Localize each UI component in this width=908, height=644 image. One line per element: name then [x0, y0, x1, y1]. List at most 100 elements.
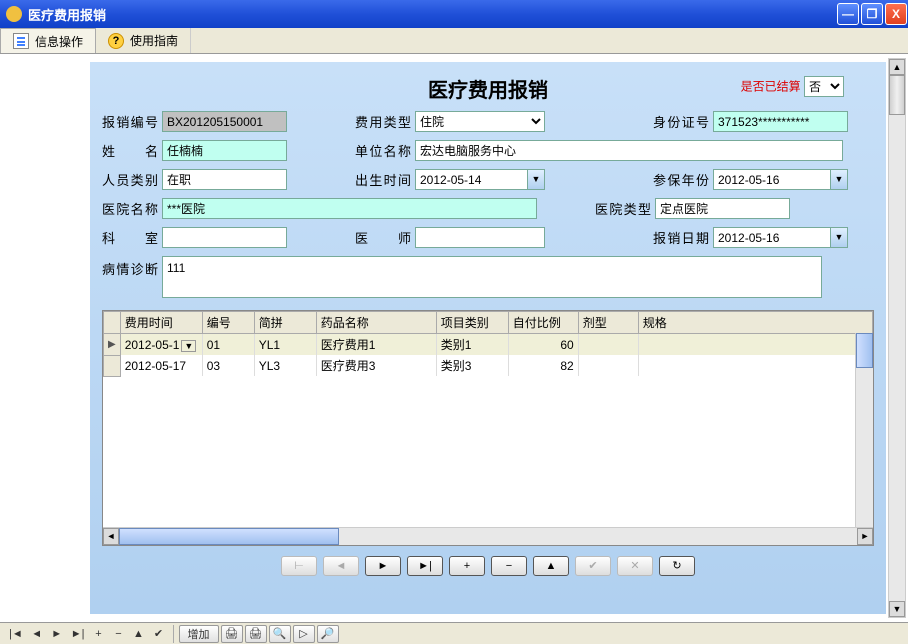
bb-addtxt-button[interactable]: 增加	[179, 625, 219, 643]
col-form[interactable]: 剂型	[578, 312, 638, 334]
bb-last-button[interactable]: ►|	[68, 625, 88, 643]
bb-add-button[interactable]: +	[90, 625, 108, 643]
settle-wrap: 是否已结算 否	[741, 76, 844, 97]
nav-edit-button[interactable]: ✔	[575, 556, 611, 576]
table-row[interactable]: ▶2012-05-1▼01YL1医疗费用1类别160	[104, 334, 873, 356]
reimb-no-field[interactable]	[162, 111, 287, 132]
close-button[interactable]: X	[885, 3, 907, 25]
nav-next-button[interactable]: ►	[365, 556, 401, 576]
grid-h-track[interactable]	[119, 528, 857, 545]
col-fee-time[interactable]: 费用时间	[120, 312, 202, 334]
bb-prev-button[interactable]: ◄	[28, 625, 46, 643]
bb-play-button[interactable]: ▷	[293, 625, 315, 643]
bb-next-button[interactable]: ►	[48, 625, 66, 643]
workspace: 医疗费用报销 是否已结算 否 报销编号 费用类型 住院 身份证号 姓 名 单位名	[0, 54, 908, 622]
settle-label: 是否已结算	[741, 80, 801, 94]
form-row-1: 报销编号 费用类型 住院 身份证号	[102, 111, 874, 132]
zoom-icon: 🔎	[321, 627, 335, 640]
grid-v-scrollbar[interactable]	[855, 333, 873, 527]
grid-wrap: 费用时间 编号 简拼 药品名称 项目类别 自付比例 剂型 规格 ▶2012-05…	[102, 310, 874, 546]
col-drug-name[interactable]: 药品名称	[316, 312, 436, 334]
reimb-date-field[interactable]	[713, 227, 830, 248]
menu-info-label: 信息操作	[35, 33, 83, 50]
bb-up-button[interactable]: ▲	[130, 625, 148, 643]
minus-icon: −	[115, 628, 121, 640]
col-pinyin[interactable]: 简拼	[254, 312, 316, 334]
plus-icon: +	[464, 560, 470, 572]
grid-h-left-icon[interactable]: ◄	[103, 528, 119, 545]
org-field[interactable]	[415, 140, 843, 161]
dept-label: 科 室	[102, 228, 158, 247]
bb-zoom-button[interactable]: 🔎	[317, 625, 339, 643]
up-icon: ▲	[133, 628, 144, 640]
nav-prev-button[interactable]: ◄	[323, 556, 359, 576]
person-type-field[interactable]	[162, 169, 287, 190]
form-row-4: 医院名称 医院类型	[102, 198, 874, 219]
minimize-button[interactable]: —	[837, 3, 859, 25]
form-row-5: 科 室 医 师 报销日期 ▼	[102, 227, 874, 248]
doctor-label: 医 师	[355, 228, 411, 247]
bb-print-button[interactable]: 🖨	[221, 625, 243, 643]
nav-up-button[interactable]: ▲	[533, 556, 569, 576]
table-row[interactable]: 2012-05-1703YL3医疗费用3类别382	[104, 355, 873, 376]
bb-del-button[interactable]: −	[110, 625, 128, 643]
grid-h-scrollbar[interactable]: ◄ ►	[103, 527, 873, 545]
hosp-type-label: 医院类型	[595, 199, 651, 218]
nav-prev-icon: ◄	[336, 560, 347, 572]
bb-confirm-button[interactable]: ✔	[150, 625, 168, 643]
nav-next-icon: ►	[378, 560, 389, 572]
nav-first-button[interactable]: ⊢	[281, 556, 317, 576]
hosp-type-field[interactable]	[655, 198, 790, 219]
col-item-type[interactable]: 项目类别	[436, 312, 508, 334]
info-icon	[13, 33, 29, 49]
nav-add-button[interactable]: +	[449, 556, 485, 576]
nav-refresh-button[interactable]: ↻	[659, 556, 695, 576]
first-icon: |◄	[9, 628, 23, 640]
hospital-field[interactable]	[162, 198, 537, 219]
form-row-3: 人员类别 出生时间 ▼ 参保年份 ▼	[102, 169, 874, 190]
grid-header-row: 费用时间 编号 简拼 药品名称 项目类别 自付比例 剂型 规格	[104, 312, 873, 334]
form-header: 医疗费用报销 是否已结算 否	[102, 74, 874, 103]
settle-select[interactable]: 否	[804, 76, 844, 97]
maximize-button[interactable]: ❐	[861, 3, 883, 25]
nav-last-button[interactable]: ►|	[407, 556, 443, 576]
col-self-ratio[interactable]: 自付比例	[508, 312, 578, 334]
doctor-field[interactable]	[415, 227, 545, 248]
insure-year-field[interactable]	[713, 169, 830, 190]
menu-info-ops[interactable]: 信息操作	[0, 28, 96, 53]
menu-guide[interactable]: ? 使用指南	[96, 28, 191, 53]
nav-del-button[interactable]: −	[491, 556, 527, 576]
cancel-icon: ✕	[630, 559, 639, 572]
scroll-up-icon[interactable]: ▲	[889, 59, 905, 75]
diag-label: 病情诊断	[102, 256, 158, 278]
fee-type-select[interactable]: 住院	[415, 111, 545, 132]
form-title: 医疗费用报销	[428, 80, 548, 102]
reimb-date-drop-icon[interactable]: ▼	[830, 227, 848, 248]
refresh-icon: ↻	[672, 559, 681, 572]
scroll-down-icon[interactable]: ▼	[889, 601, 905, 617]
birth-drop-icon[interactable]: ▼	[527, 169, 545, 190]
grid-h-right-icon[interactable]: ►	[857, 528, 873, 545]
name-field[interactable]	[162, 140, 287, 161]
workspace-v-scrollbar[interactable]: ▲ ▼	[888, 58, 906, 618]
birth-field[interactable]	[415, 169, 527, 190]
id-no-field[interactable]	[713, 111, 848, 132]
diag-field[interactable]	[162, 256, 822, 298]
workspace-v-thumb[interactable]	[889, 75, 905, 115]
col-code[interactable]: 编号	[202, 312, 254, 334]
grid-corner	[104, 312, 121, 334]
dept-field[interactable]	[162, 227, 287, 248]
bb-print2-button[interactable]: 🖨	[245, 625, 267, 643]
main-panel: 医疗费用报销 是否已结算 否 报销编号 费用类型 住院 身份证号 姓 名 单位名	[90, 62, 886, 614]
insure-year-drop-icon[interactable]: ▼	[830, 169, 848, 190]
fee-grid[interactable]: 费用时间 编号 简拼 药品名称 项目类别 自付比例 剂型 规格 ▶2012-05…	[103, 311, 873, 377]
nav-cancel-button[interactable]: ✕	[617, 556, 653, 576]
grid-h-thumb[interactable]	[119, 528, 339, 545]
titlebar: 医疗费用报销 — ❐ X	[0, 0, 908, 28]
bb-search-button[interactable]: 🔍	[269, 625, 291, 643]
grid-v-thumb[interactable]	[856, 333, 873, 368]
separator	[173, 625, 174, 643]
col-spec[interactable]: 规格	[638, 312, 872, 334]
check-icon: ✔	[154, 627, 163, 640]
bb-first-button[interactable]: |◄	[6, 625, 26, 643]
